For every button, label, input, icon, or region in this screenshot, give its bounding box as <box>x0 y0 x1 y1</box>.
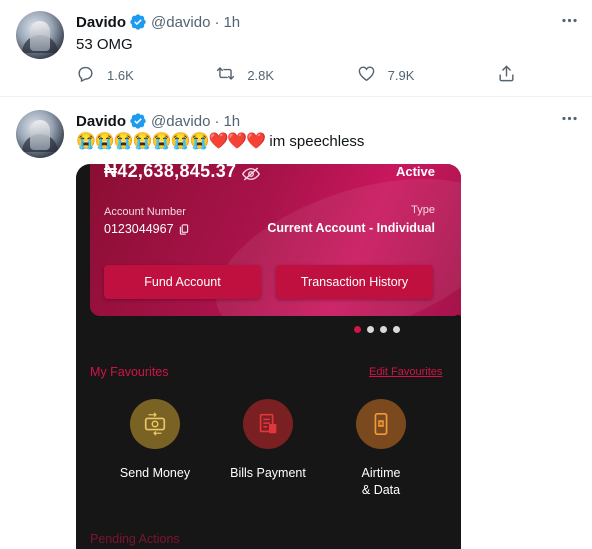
account-number: 0123044967 <box>104 222 189 236</box>
author-handle[interactable]: @davido <box>151 14 210 31</box>
favourite-label: Send Money <box>119 466 191 480</box>
avatar[interactable] <box>16 110 64 158</box>
reply-count: 1.6K <box>107 67 134 83</box>
account-status: Active <box>395 164 435 179</box>
balance-value: ₦42,638,845.37 <box>104 164 237 181</box>
share-icon <box>497 64 516 86</box>
account-number-label: Account Number <box>104 206 186 218</box>
favourite-send-money[interactable]: Send Money <box>110 399 200 482</box>
heart-emoji-group: ❤️❤️❤️ <box>208 133 266 150</box>
tweet[interactable]: Davido @davido · 1h 😭😭😭😭😭😭😭 ❤️❤️❤️ im sp… <box>0 98 592 549</box>
separator: · <box>214 13 220 31</box>
transaction-history-button[interactable]: Transaction History <box>276 265 433 299</box>
tweet-media-screenshot[interactable]: ₦42,638,845.37 Active Account Number 012… <box>76 164 461 549</box>
reply-icon <box>76 64 107 86</box>
money-transfer-icon <box>130 399 180 449</box>
tweet-header: Davido @davido · 1h <box>76 13 240 31</box>
timestamp[interactable]: 1h <box>223 14 240 31</box>
favourites-title: My Favourites <box>90 365 169 379</box>
favourite-label: Airtime & Data <box>361 466 401 497</box>
pending-actions-title: Pending Actions <box>90 532 180 546</box>
type-label: Type <box>411 204 435 216</box>
edit-favourites-link[interactable]: Edit Favourites <box>369 366 442 378</box>
reply-button[interactable]: 1.6K <box>76 64 134 86</box>
avatar[interactable] <box>16 11 64 59</box>
favourite-airtime-data[interactable]: Airtime & Data <box>336 399 426 499</box>
bill-icon <box>243 399 293 449</box>
separator: · <box>214 112 220 130</box>
timestamp[interactable]: 1h <box>223 113 240 130</box>
favourite-bills-payment[interactable]: Bills Payment <box>223 399 313 482</box>
author-name[interactable]: Davido <box>76 14 126 31</box>
carousel-dot[interactable] <box>380 326 387 333</box>
tweet-caption: im speechless <box>265 133 365 150</box>
retweet-button[interactable]: 2.8K <box>216 64 274 86</box>
more-icon[interactable] <box>558 109 580 127</box>
phone-icon <box>356 399 406 449</box>
carousel-dot[interactable] <box>367 326 374 333</box>
share-button[interactable] <box>497 64 516 86</box>
like-count: 7.9K <box>387 67 415 83</box>
verified-badge-icon <box>129 112 147 130</box>
author-name[interactable]: Davido <box>76 113 126 130</box>
carousel-dot[interactable] <box>354 326 361 333</box>
carousel-dot[interactable] <box>393 326 400 333</box>
like-icon <box>357 64 388 86</box>
hide-eye-icon[interactable] <box>242 165 261 181</box>
tweet-text: 😭😭😭😭😭😭😭 ❤️❤️❤️ im speechless <box>76 132 364 152</box>
more-icon[interactable] <box>558 11 580 29</box>
type-value: Current Account - Individual <box>267 221 435 235</box>
copy-icon[interactable] <box>179 223 189 235</box>
crying-emoji-group: 😭😭😭😭😭😭😭 <box>76 133 209 150</box>
account-card: ₦42,638,845.37 Active Account Number 012… <box>90 164 461 316</box>
tweet-header: Davido @davido · 1h <box>76 112 240 130</box>
verified-badge-icon <box>129 13 147 31</box>
tweet-actions: 1.6K 2.8K 7.9K <box>76 64 516 86</box>
fund-account-button[interactable]: Fund Account <box>104 265 261 299</box>
author-handle[interactable]: @davido <box>151 113 210 130</box>
tweet-text: 53 OMG <box>76 36 133 53</box>
tweet[interactable]: Davido @davido · 1h 53 OMG 1.6K 2.8K 7.9… <box>0 0 592 97</box>
like-button[interactable]: 7.9K <box>357 64 415 86</box>
carousel-indicator <box>354 326 400 333</box>
account-number-value: 0123044967 <box>104 222 174 236</box>
account-balance: ₦42,638,845.37 <box>104 164 261 182</box>
retweet-count: 2.8K <box>247 67 275 83</box>
retweet-icon <box>216 64 247 86</box>
favourite-label: Bills Payment <box>230 466 306 480</box>
